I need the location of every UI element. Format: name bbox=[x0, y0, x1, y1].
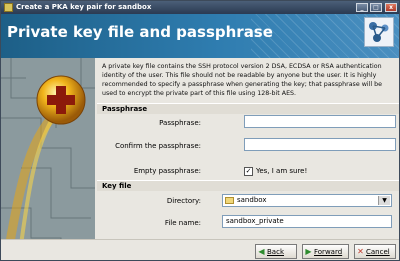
wizard-header: Private key file and passphrase bbox=[1, 14, 399, 58]
ssh-network-icon bbox=[364, 17, 394, 47]
keyfile-section-title: Key file bbox=[97, 180, 399, 191]
empty-passphrase-checkbox-label[interactable]: Yes, I am sure! bbox=[256, 165, 307, 177]
passphrase-input[interactable] bbox=[244, 115, 396, 128]
empty-passphrase-label: Empty passphrase: bbox=[133, 167, 201, 175]
title-bar[interactable]: Create a PKA key pair for sandbox _ □ x bbox=[1, 1, 399, 14]
window-title: Create a PKA key pair for sandbox bbox=[16, 3, 152, 11]
forward-arrow-icon: ▶ bbox=[305, 247, 312, 256]
confirm-passphrase-input[interactable] bbox=[244, 138, 396, 151]
forward-button[interactable]: ▶ Forward bbox=[302, 244, 349, 259]
maximize-button[interactable]: □ bbox=[370, 3, 382, 12]
folder-icon bbox=[225, 197, 234, 204]
back-arrow-icon: ◀ bbox=[258, 247, 265, 256]
directory-select[interactable]: sandbox ▼ bbox=[222, 194, 392, 207]
page-title: Private key file and passphrase bbox=[7, 23, 273, 41]
filename-input[interactable]: sandbox_private bbox=[222, 215, 392, 228]
passphrase-label: Passphrase: bbox=[159, 119, 201, 127]
wizard-sidebar-illustration bbox=[1, 58, 95, 260]
confirm-passphrase-label: Confirm the passphrase: bbox=[115, 142, 201, 150]
filename-label: File name: bbox=[164, 219, 201, 227]
key-pair-icon bbox=[4, 3, 13, 12]
description-text: A private key file contains the SSH prot… bbox=[102, 63, 382, 97]
cancel-button[interactable]: ✕ Cancel bbox=[354, 244, 396, 259]
cancel-x-icon: ✕ bbox=[357, 247, 364, 256]
back-button[interactable]: ◀ Back bbox=[255, 244, 297, 259]
plus-orb-illustration bbox=[1, 58, 95, 260]
chevron-down-icon[interactable]: ▼ bbox=[378, 196, 390, 205]
minimize-button[interactable]: _ bbox=[356, 3, 368, 12]
directory-value: sandbox bbox=[237, 196, 267, 204]
wizard-footer: ◀ Back ▶ Forward ✕ Cancel bbox=[1, 239, 399, 260]
directory-label: Directory: bbox=[166, 197, 201, 205]
empty-passphrase-checkbox[interactable]: ✓ bbox=[244, 167, 253, 176]
wizard-content: A private key file contains the SSH prot… bbox=[97, 58, 399, 260]
passphrase-section-title: Passphrase bbox=[97, 103, 399, 114]
close-button[interactable]: x bbox=[385, 3, 397, 12]
dialog-window: Create a PKA key pair for sandbox _ □ x … bbox=[0, 0, 400, 261]
